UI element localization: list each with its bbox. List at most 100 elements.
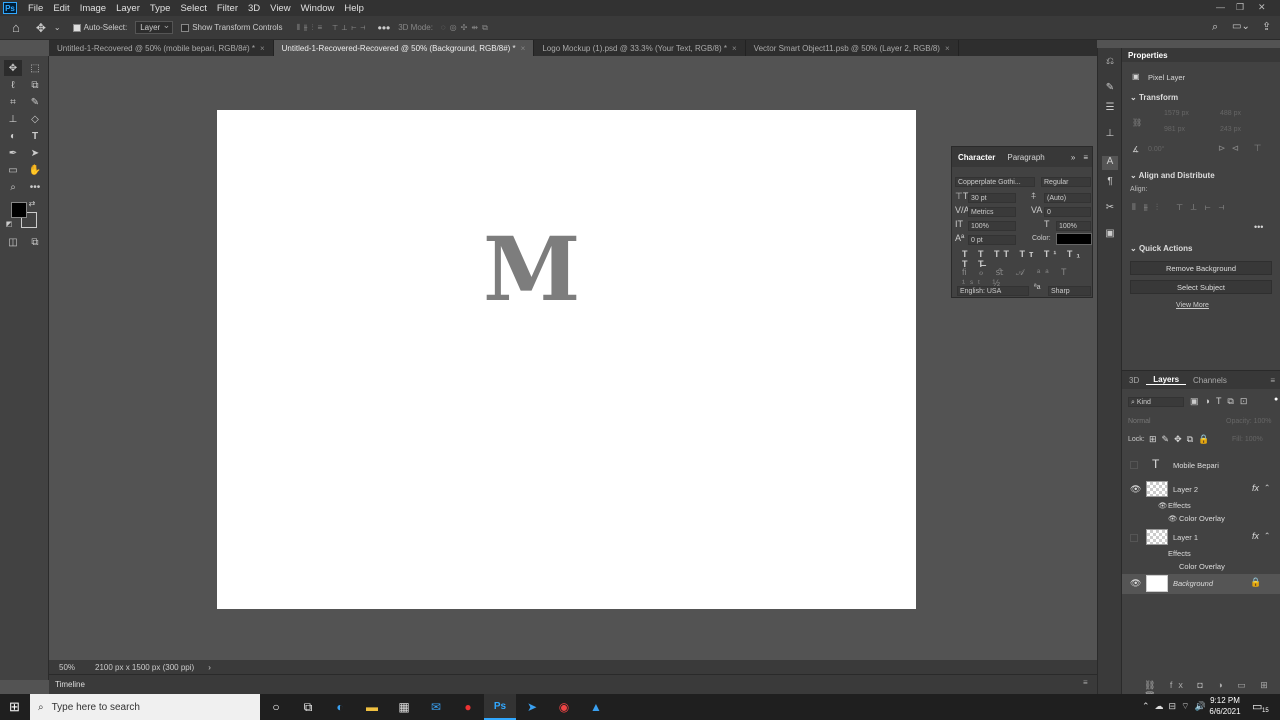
stamp-tool-icon[interactable]: ⊥ xyxy=(4,111,22,127)
font-style-select[interactable]: Regular xyxy=(1041,177,1091,187)
lasso-tool-icon[interactable]: ℓ xyxy=(4,77,22,93)
notification-icon[interactable]: ▭ xyxy=(1252,700,1262,713)
libraries-icon[interactable]: ▣ xyxy=(1102,228,1118,242)
layer-name[interactable]: Layer 1 xyxy=(1173,533,1198,542)
rectangle-tool-icon[interactable]: ▭ xyxy=(4,162,22,178)
font-family-select[interactable]: Copperplate Gothi... xyxy=(955,177,1035,187)
cortana-icon[interactable]: ○ xyxy=(260,694,292,720)
panel-menu-icon[interactable]: ≡ xyxy=(1079,153,1092,162)
chrome-icon[interactable]: ◉ xyxy=(548,694,580,720)
baseline-shift-field[interactable]: 0 pt xyxy=(968,235,1016,245)
pen-tool-icon[interactable]: ✒ xyxy=(4,145,22,161)
hand-tool-icon[interactable]: ✋ xyxy=(26,162,44,178)
tool-presets-icon[interactable]: ✂ xyxy=(1102,202,1118,216)
language-select[interactable]: English: USA xyxy=(957,286,1029,296)
home-icon[interactable]: ⌂ xyxy=(12,20,20,35)
view-more-link[interactable]: View More xyxy=(1176,302,1209,309)
horizontal-scale-field[interactable]: 100% xyxy=(1056,221,1091,231)
3d-mode-icons[interactable]: ◌◎✣⇹⧉ xyxy=(441,23,492,33)
restore-icon[interactable]: ❐ xyxy=(1236,2,1244,13)
more-options-icon[interactable]: ••• xyxy=(1254,222,1263,232)
character-panel-icon[interactable]: A xyxy=(1102,156,1118,170)
tab-channels[interactable]: Channels xyxy=(1186,376,1234,385)
filter-toggle-icon[interactable]: ● xyxy=(1274,396,1278,403)
layer-name[interactable]: Mobile Bepari xyxy=(1173,461,1219,470)
menu-view[interactable]: View xyxy=(265,3,295,14)
adjustments-icon[interactable]: ☰ xyxy=(1102,102,1118,116)
antialias-select[interactable]: Sharp xyxy=(1048,286,1091,296)
brush-tool-icon[interactable]: ✎ xyxy=(26,94,44,110)
share-icon[interactable]: ⇪ xyxy=(1262,20,1271,33)
x-field[interactable]: 488 px xyxy=(1220,110,1241,117)
default-colors-icon[interactable]: ◩ xyxy=(4,219,14,229)
close-tab-icon[interactable]: × xyxy=(521,44,526,53)
document-canvas[interactable]: M xyxy=(217,110,916,609)
tab-character[interactable]: Character xyxy=(952,153,1001,162)
windows-start-icon[interactable]: ⊞ xyxy=(9,699,20,715)
layer-row[interactable]: Layer 1 fx ⌃ Effects Color Overlay xyxy=(1122,527,1280,575)
canvas-text-m[interactable]: M xyxy=(483,225,580,313)
close-tab-icon[interactable]: × xyxy=(732,44,737,53)
kerning-field[interactable]: Metrics xyxy=(968,207,1016,217)
search-icon[interactable]: ⌕ xyxy=(1212,21,1218,34)
menu-filter[interactable]: Filter xyxy=(212,3,243,14)
remove-background-button[interactable]: Remove Background xyxy=(1130,261,1272,275)
chevron-up-icon[interactable]: ⌃ xyxy=(1264,531,1270,540)
filter-type-icons[interactable]: ▣◑T⧉⊡ xyxy=(1190,396,1253,407)
layer-row[interactable]: 👁 Layer 2 fx ⌃ 👁 Effects 👁 Color Overlay xyxy=(1122,479,1280,527)
width-field[interactable]: 1579 px xyxy=(1164,110,1189,117)
layer-select-dropdown[interactable]: Layer xyxy=(135,20,174,34)
tab-document-3[interactable]: Logo Mockup (1).psd @ 33.3% (Your Text, … xyxy=(534,40,746,56)
font-size-field[interactable]: 30 pt xyxy=(968,193,1016,203)
close-icon[interactable]: ✕ xyxy=(1258,2,1266,13)
menu-layer[interactable]: Layer xyxy=(111,3,145,14)
crop-tool-icon[interactable]: ⌗ xyxy=(4,94,22,110)
edge-icon[interactable]: ◐ xyxy=(324,694,356,720)
zoom-level[interactable]: 50% xyxy=(59,663,95,672)
file-explorer-icon[interactable]: ▬ xyxy=(356,694,388,720)
menu-type[interactable]: Type xyxy=(145,3,176,14)
eye-icon[interactable]: 👁 xyxy=(1158,501,1168,510)
screen-mode-icon[interactable]: ⧉ xyxy=(26,234,44,250)
eraser-tool-icon[interactable]: ◇ xyxy=(26,111,44,127)
eye-icon[interactable]: 👁 xyxy=(1130,578,1141,589)
store-icon[interactable]: ▦ xyxy=(388,694,420,720)
type-tool-icon[interactable]: T xyxy=(26,128,44,144)
swap-colors-icon[interactable]: ⇄ xyxy=(27,198,37,208)
zoom-tool-icon[interactable]: ⌕ xyxy=(4,179,22,195)
marquee-tool-icon[interactable]: ⬚ xyxy=(26,60,44,76)
collapse-icon[interactable]: » xyxy=(1067,153,1079,162)
blend-mode-select[interactable]: Normal xyxy=(1128,418,1151,425)
y-field[interactable]: 243 px xyxy=(1220,126,1241,133)
layer-name[interactable]: Background xyxy=(1173,579,1213,588)
antivirus-icon[interactable]: ● xyxy=(452,694,484,720)
fx-icon[interactable]: fx xyxy=(1252,531,1259,541)
minimize-icon[interactable]: — xyxy=(1216,2,1225,12)
menu-edit[interactable]: Edit xyxy=(48,3,74,14)
path-select-icon[interactable]: ➤ xyxy=(26,145,44,161)
visibility-toggle[interactable] xyxy=(1130,534,1138,542)
chevron-up-icon[interactable]: ⌃ xyxy=(1264,483,1270,492)
panel-menu-icon[interactable]: ≡ xyxy=(1083,678,1088,687)
leading-field[interactable]: (Auto) xyxy=(1044,193,1091,203)
menu-help[interactable]: Help xyxy=(339,3,369,14)
move-tool-icon[interactable]: ✥ xyxy=(36,21,46,35)
auto-select-checkbox[interactable]: Auto-Select: xyxy=(72,23,127,32)
eye-icon[interactable]: 👁 xyxy=(1130,484,1141,495)
fx-icon[interactable]: fx xyxy=(1252,483,1259,493)
chevron-down-icon[interactable]: ⌄ xyxy=(54,23,61,32)
timeline-tab[interactable]: Timeline xyxy=(55,680,85,689)
lock-icons[interactable]: ⊞✎✥⧉🔒 xyxy=(1149,434,1214,445)
close-tab-icon[interactable]: × xyxy=(945,44,950,53)
opacity-field[interactable]: Opacity: 100% xyxy=(1226,418,1272,425)
clone-source-icon[interactable]: ⊥ xyxy=(1102,128,1118,142)
more-options-icon[interactable]: ••• xyxy=(378,21,391,35)
menu-image[interactable]: Image xyxy=(75,3,111,14)
tab-document-2[interactable]: Untitled-1-Recovered-Recovered @ 50% (Ba… xyxy=(273,40,535,56)
chevron-right-icon[interactable]: › xyxy=(208,663,211,672)
menu-3d[interactable]: 3D xyxy=(243,3,265,14)
text-color-swatch[interactable] xyxy=(1056,233,1092,245)
tab-document-4[interactable]: Vector Smart Object11.psb @ 50% (Layer 2… xyxy=(746,40,959,56)
layer-name[interactable]: Layer 2 xyxy=(1173,485,1198,494)
telegram-icon[interactable]: ➤ xyxy=(516,694,548,720)
